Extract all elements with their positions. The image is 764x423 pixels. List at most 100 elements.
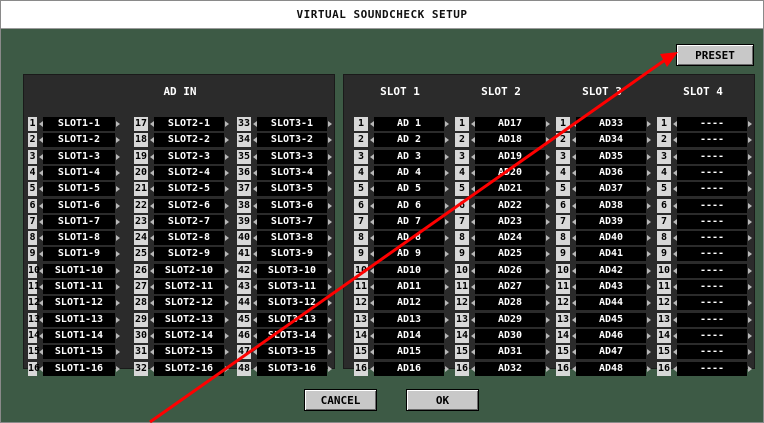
patch-selector[interactable]: AD 9 [374,247,444,261]
patch-selector[interactable]: SLOT2-10 [154,264,224,278]
patch-selector[interactable]: AD 8 [374,231,444,245]
increment-arrow-icon[interactable] [225,235,229,241]
patch-selector[interactable]: SLOT3-2 [257,133,327,147]
patch-selector[interactable]: SLOT3-15 [257,345,327,359]
patch-selector[interactable]: SLOT1-1 [43,117,115,131]
patch-selector[interactable]: AD29 [475,313,545,327]
increment-arrow-icon[interactable] [116,203,120,209]
patch-selector[interactable]: SLOT2-7 [154,215,224,229]
patch-selector[interactable]: SLOT2-15 [154,345,224,359]
increment-arrow-icon[interactable] [748,317,752,323]
increment-arrow-icon[interactable] [546,366,550,372]
patch-selector[interactable]: SLOT3-16 [257,362,327,376]
patch-selector[interactable]: SLOT3-13 [257,313,327,327]
increment-arrow-icon[interactable] [225,186,229,192]
patch-selector[interactable]: AD39 [576,215,646,229]
increment-arrow-icon[interactable] [225,203,229,209]
increment-arrow-icon[interactable] [445,186,449,192]
increment-arrow-icon[interactable] [748,219,752,225]
patch-selector[interactable]: AD 3 [374,150,444,164]
increment-arrow-icon[interactable] [328,300,332,306]
increment-arrow-icon[interactable] [546,121,550,127]
patch-selector[interactable]: AD11 [374,280,444,294]
increment-arrow-icon[interactable] [116,235,120,241]
increment-arrow-icon[interactable] [647,203,651,209]
increment-arrow-icon[interactable] [328,219,332,225]
increment-arrow-icon[interactable] [328,284,332,290]
patch-selector[interactable]: SLOT3-10 [257,264,327,278]
increment-arrow-icon[interactable] [116,186,120,192]
patch-selector[interactable]: SLOT3-6 [257,199,327,213]
patch-selector[interactable]: AD24 [475,231,545,245]
increment-arrow-icon[interactable] [445,300,449,306]
increment-arrow-icon[interactable] [546,251,550,257]
patch-selector[interactable]: AD28 [475,296,545,310]
increment-arrow-icon[interactable] [546,170,550,176]
increment-arrow-icon[interactable] [328,349,332,355]
patch-selector[interactable]: SLOT1-8 [43,231,115,245]
patch-selector[interactable]: SLOT1-9 [43,247,115,261]
patch-selector[interactable]: SLOT1-11 [43,280,115,294]
increment-arrow-icon[interactable] [225,137,229,143]
increment-arrow-icon[interactable] [445,349,449,355]
increment-arrow-icon[interactable] [748,333,752,339]
increment-arrow-icon[interactable] [116,300,120,306]
increment-arrow-icon[interactable] [546,300,550,306]
ok-button[interactable]: OK [406,389,479,411]
increment-arrow-icon[interactable] [445,317,449,323]
increment-arrow-icon[interactable] [445,333,449,339]
patch-selector[interactable]: SLOT2-1 [154,117,224,131]
patch-selector[interactable]: ---- [677,231,747,245]
patch-selector[interactable]: ---- [677,247,747,261]
increment-arrow-icon[interactable] [445,251,449,257]
cancel-button[interactable]: CANCEL [304,389,377,411]
increment-arrow-icon[interactable] [116,219,120,225]
increment-arrow-icon[interactable] [225,268,229,274]
patch-selector[interactable]: SLOT3-3 [257,150,327,164]
increment-arrow-icon[interactable] [445,366,449,372]
increment-arrow-icon[interactable] [748,154,752,160]
increment-arrow-icon[interactable] [328,235,332,241]
patch-selector[interactable]: SLOT1-5 [43,182,115,196]
increment-arrow-icon[interactable] [647,186,651,192]
increment-arrow-icon[interactable] [647,251,651,257]
patch-selector[interactable]: SLOT2-14 [154,329,224,343]
increment-arrow-icon[interactable] [546,268,550,274]
increment-arrow-icon[interactable] [647,219,651,225]
increment-arrow-icon[interactable] [546,317,550,323]
patch-selector[interactable]: ---- [677,345,747,359]
increment-arrow-icon[interactable] [546,349,550,355]
patch-selector[interactable]: AD32 [475,362,545,376]
increment-arrow-icon[interactable] [116,317,120,323]
patch-selector[interactable]: SLOT1-4 [43,166,115,180]
increment-arrow-icon[interactable] [225,170,229,176]
increment-arrow-icon[interactable] [328,186,332,192]
patch-selector[interactable]: SLOT2-8 [154,231,224,245]
increment-arrow-icon[interactable] [647,284,651,290]
increment-arrow-icon[interactable] [225,349,229,355]
patch-selector[interactable]: SLOT2-12 [154,296,224,310]
increment-arrow-icon[interactable] [116,170,120,176]
increment-arrow-icon[interactable] [647,235,651,241]
increment-arrow-icon[interactable] [546,235,550,241]
increment-arrow-icon[interactable] [748,186,752,192]
patch-selector[interactable]: AD20 [475,166,545,180]
increment-arrow-icon[interactable] [116,137,120,143]
patch-selector[interactable]: AD30 [475,329,545,343]
patch-selector[interactable]: AD18 [475,133,545,147]
increment-arrow-icon[interactable] [647,137,651,143]
patch-selector[interactable]: SLOT1-10 [43,264,115,278]
increment-arrow-icon[interactable] [328,170,332,176]
increment-arrow-icon[interactable] [748,121,752,127]
patch-selector[interactable]: AD 4 [374,166,444,180]
patch-selector[interactable]: SLOT1-13 [43,313,115,327]
patch-selector[interactable]: AD13 [374,313,444,327]
patch-selector[interactable]: SLOT1-3 [43,150,115,164]
increment-arrow-icon[interactable] [445,284,449,290]
patch-selector[interactable]: ---- [677,166,747,180]
patch-selector[interactable]: AD 5 [374,182,444,196]
increment-arrow-icon[interactable] [225,300,229,306]
patch-selector[interactable]: SLOT3-9 [257,247,327,261]
patch-selector[interactable]: AD 2 [374,133,444,147]
increment-arrow-icon[interactable] [445,154,449,160]
